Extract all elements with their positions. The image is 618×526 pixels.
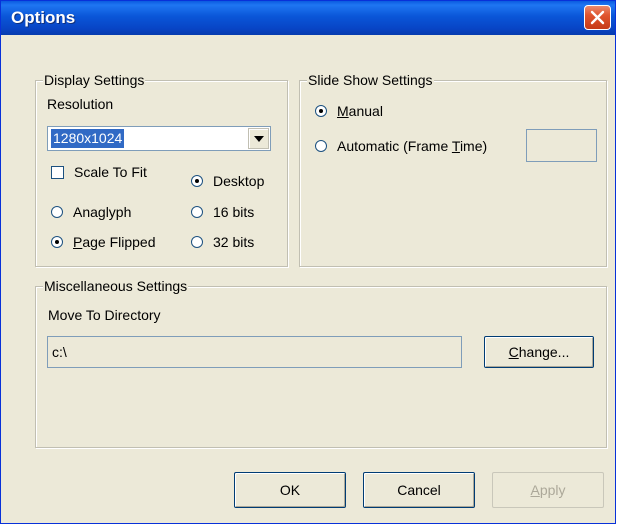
miscellaneous-settings-legend: Miscellaneous Settings (43, 278, 189, 294)
radio-button (315, 140, 327, 152)
move-to-directory-label: Move To Directory (48, 307, 161, 323)
radio-button (51, 206, 63, 218)
radio-button (315, 105, 327, 117)
radio-32-bits[interactable]: 32 bits (191, 234, 254, 250)
scale-to-fit-label: Scale To Fit (74, 164, 147, 180)
resolution-value: 1280x1024 (51, 129, 125, 148)
radio-anaglyph-label: Anaglyph (73, 204, 132, 220)
options-dialog: Options Display Settings Resolution 1280… (0, 0, 616, 524)
dropdown-button[interactable] (248, 128, 269, 149)
apply-button[interactable]: Apply (492, 472, 604, 508)
display-settings-legend: Display Settings (43, 72, 146, 88)
radio-button (191, 236, 203, 248)
directory-value: c:\ (52, 344, 67, 360)
close-button[interactable] (584, 5, 611, 30)
close-icon (590, 10, 605, 25)
resolution-select[interactable]: 1280x1024 (47, 126, 271, 151)
radio-manual-label: Manual (337, 103, 383, 119)
slide-show-settings-legend: Slide Show Settings (307, 72, 434, 88)
checkbox-box (51, 165, 64, 179)
radio-automatic[interactable]: Automatic (Frame Time) (315, 138, 487, 154)
radio-page-flipped-label: Page Flipped (73, 234, 156, 250)
radio-32-bits-label: 32 bits (213, 234, 255, 250)
chevron-down-icon (254, 136, 264, 142)
radio-manual[interactable]: Manual (315, 103, 383, 119)
directory-input[interactable]: c:\ (47, 336, 462, 368)
ok-button[interactable]: OK (234, 472, 346, 508)
radio-button (51, 236, 63, 248)
radio-page-flipped[interactable]: Page Flipped (51, 234, 156, 250)
radio-desktop[interactable]: Desktop (191, 173, 281, 189)
title-bar[interactable]: Options (1, 1, 615, 35)
window-title: Options (11, 8, 76, 27)
radio-16-bits[interactable]: 16 bits (191, 204, 254, 220)
cancel-button[interactable]: Cancel (363, 472, 475, 508)
radio-button (191, 175, 203, 187)
radio-16-bits-label: 16 bits (213, 204, 255, 220)
change-button[interactable]: Change... (484, 336, 594, 368)
radio-automatic-label: Automatic (Frame Time) (337, 138, 488, 154)
radio-button (191, 206, 203, 218)
frame-time-input[interactable] (526, 129, 597, 162)
radio-desktop-label: Desktop (213, 173, 265, 189)
radio-anaglyph[interactable]: Anaglyph (51, 204, 131, 220)
resolution-label: Resolution (47, 96, 114, 112)
scale-to-fit-checkbox[interactable]: Scale To Fit (51, 164, 147, 180)
